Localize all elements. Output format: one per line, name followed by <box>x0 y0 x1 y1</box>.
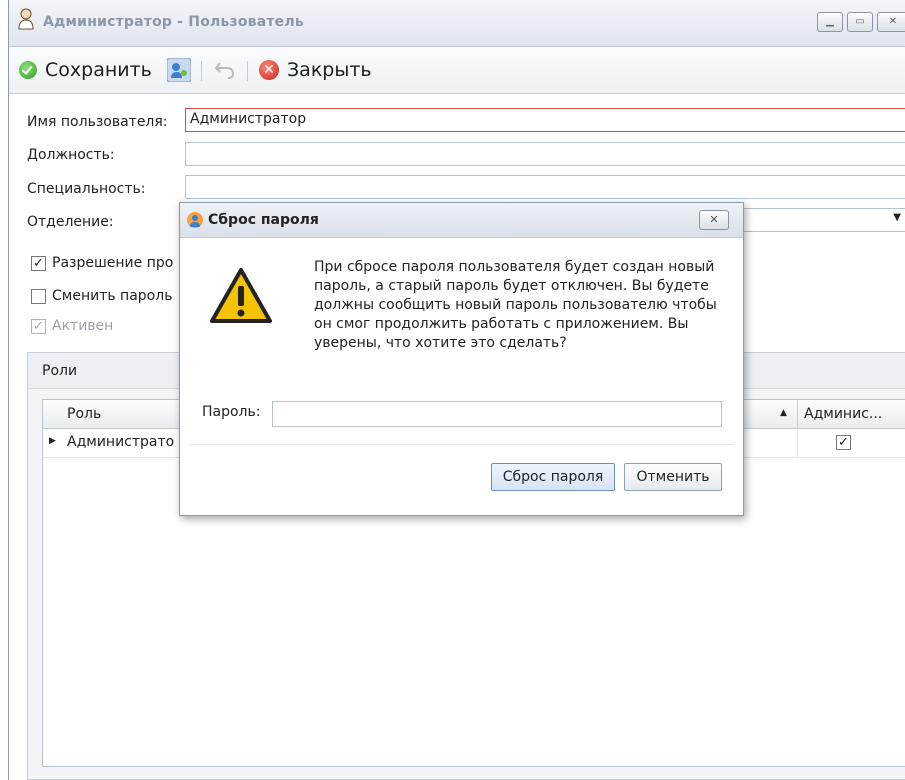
password-input[interactable] <box>272 401 722 427</box>
warning-icon <box>210 268 272 323</box>
dialog-close-icon[interactable]: ✕ <box>699 210 729 230</box>
department-label: Отделение: <box>27 214 114 230</box>
toolbar-separator <box>201 61 202 81</box>
permission-checkbox[interactable]: ✓ Разрешение про <box>31 255 173 271</box>
dialog-divider <box>190 444 733 445</box>
checkbox-checked-icon: ✓ <box>31 255 46 271</box>
close-button[interactable]: ✕ Закрыть <box>259 57 372 83</box>
window-title: Администратор - Пользователь <box>43 14 304 30</box>
checkbox-checked-icon: ✓ <box>31 318 46 334</box>
username-label: Имя пользователя: <box>27 114 168 130</box>
close-label: Закрыть <box>287 59 372 81</box>
admin-cell[interactable]: ✓ <box>797 429 898 457</box>
close-icon[interactable]: ✕ <box>877 12 905 32</box>
toolbar-separator <box>247 61 248 81</box>
user-icon <box>18 8 34 30</box>
permission-label: Разрешение про <box>52 255 174 271</box>
reset-password-icon <box>187 212 203 228</box>
sort-asc-icon: ▲ <box>780 408 787 418</box>
chevron-down-icon[interactable]: ▼ <box>893 212 901 223</box>
dialog-message: При сбросе пароля пользователя будет соз… <box>314 259 717 351</box>
dialog-body: При сбросе пароля пользователя будет соз… <box>180 238 743 515</box>
column-header-admin[interactable]: Админис... <box>797 400 897 428</box>
reset-password-dialog: Сброс пароля ✕ При сбросе пароля пользов… <box>179 202 744 516</box>
active-label: Активен <box>52 318 114 334</box>
close-icon: ✕ <box>259 60 279 80</box>
cancel-button[interactable]: Отменить <box>624 463 722 491</box>
dialog-title: Сброс пароля <box>208 212 319 228</box>
specialty-input[interactable] <box>185 175 905 199</box>
position-input[interactable] <box>185 142 905 166</box>
dialog-title-bar: Сброс пароля ✕ <box>180 203 743 238</box>
password-label: Пароль: <box>202 404 261 420</box>
toolbar: Сохранить ✕ Закрыть <box>9 47 905 94</box>
undo-icon[interactable] <box>214 59 236 81</box>
checkbox-checked-icon: ✓ <box>836 435 851 450</box>
username-input[interactable]: Администратор <box>185 108 905 132</box>
role-cell: Администрато <box>67 434 175 450</box>
minimize-icon[interactable]: ▁ <box>817 12 843 32</box>
save-label: Сохранить <box>45 59 152 81</box>
change-password-checkbox[interactable]: Сменить пароль <box>31 288 172 304</box>
reset-password-icon[interactable] <box>167 58 191 82</box>
maximize-icon[interactable]: ▭ <box>847 12 873 32</box>
change-password-label: Сменить пароль <box>52 288 173 304</box>
active-checkbox: ✓ Активен <box>31 318 113 334</box>
save-check-icon <box>19 61 37 79</box>
reset-password-button[interactable]: Сброс пароля <box>491 463 615 491</box>
checkbox-unchecked-icon <box>31 288 46 304</box>
specialty-label: Специальность: <box>27 181 146 197</box>
save-button[interactable]: Сохранить <box>19 57 152 83</box>
position-label: Должность: <box>27 147 115 163</box>
row-indicator-icon: ▶ <box>49 436 56 446</box>
title-bar: Администратор - Пользователь ▁ ▭ ✕ <box>9 0 905 47</box>
roles-tab-label: Роли <box>42 363 78 379</box>
